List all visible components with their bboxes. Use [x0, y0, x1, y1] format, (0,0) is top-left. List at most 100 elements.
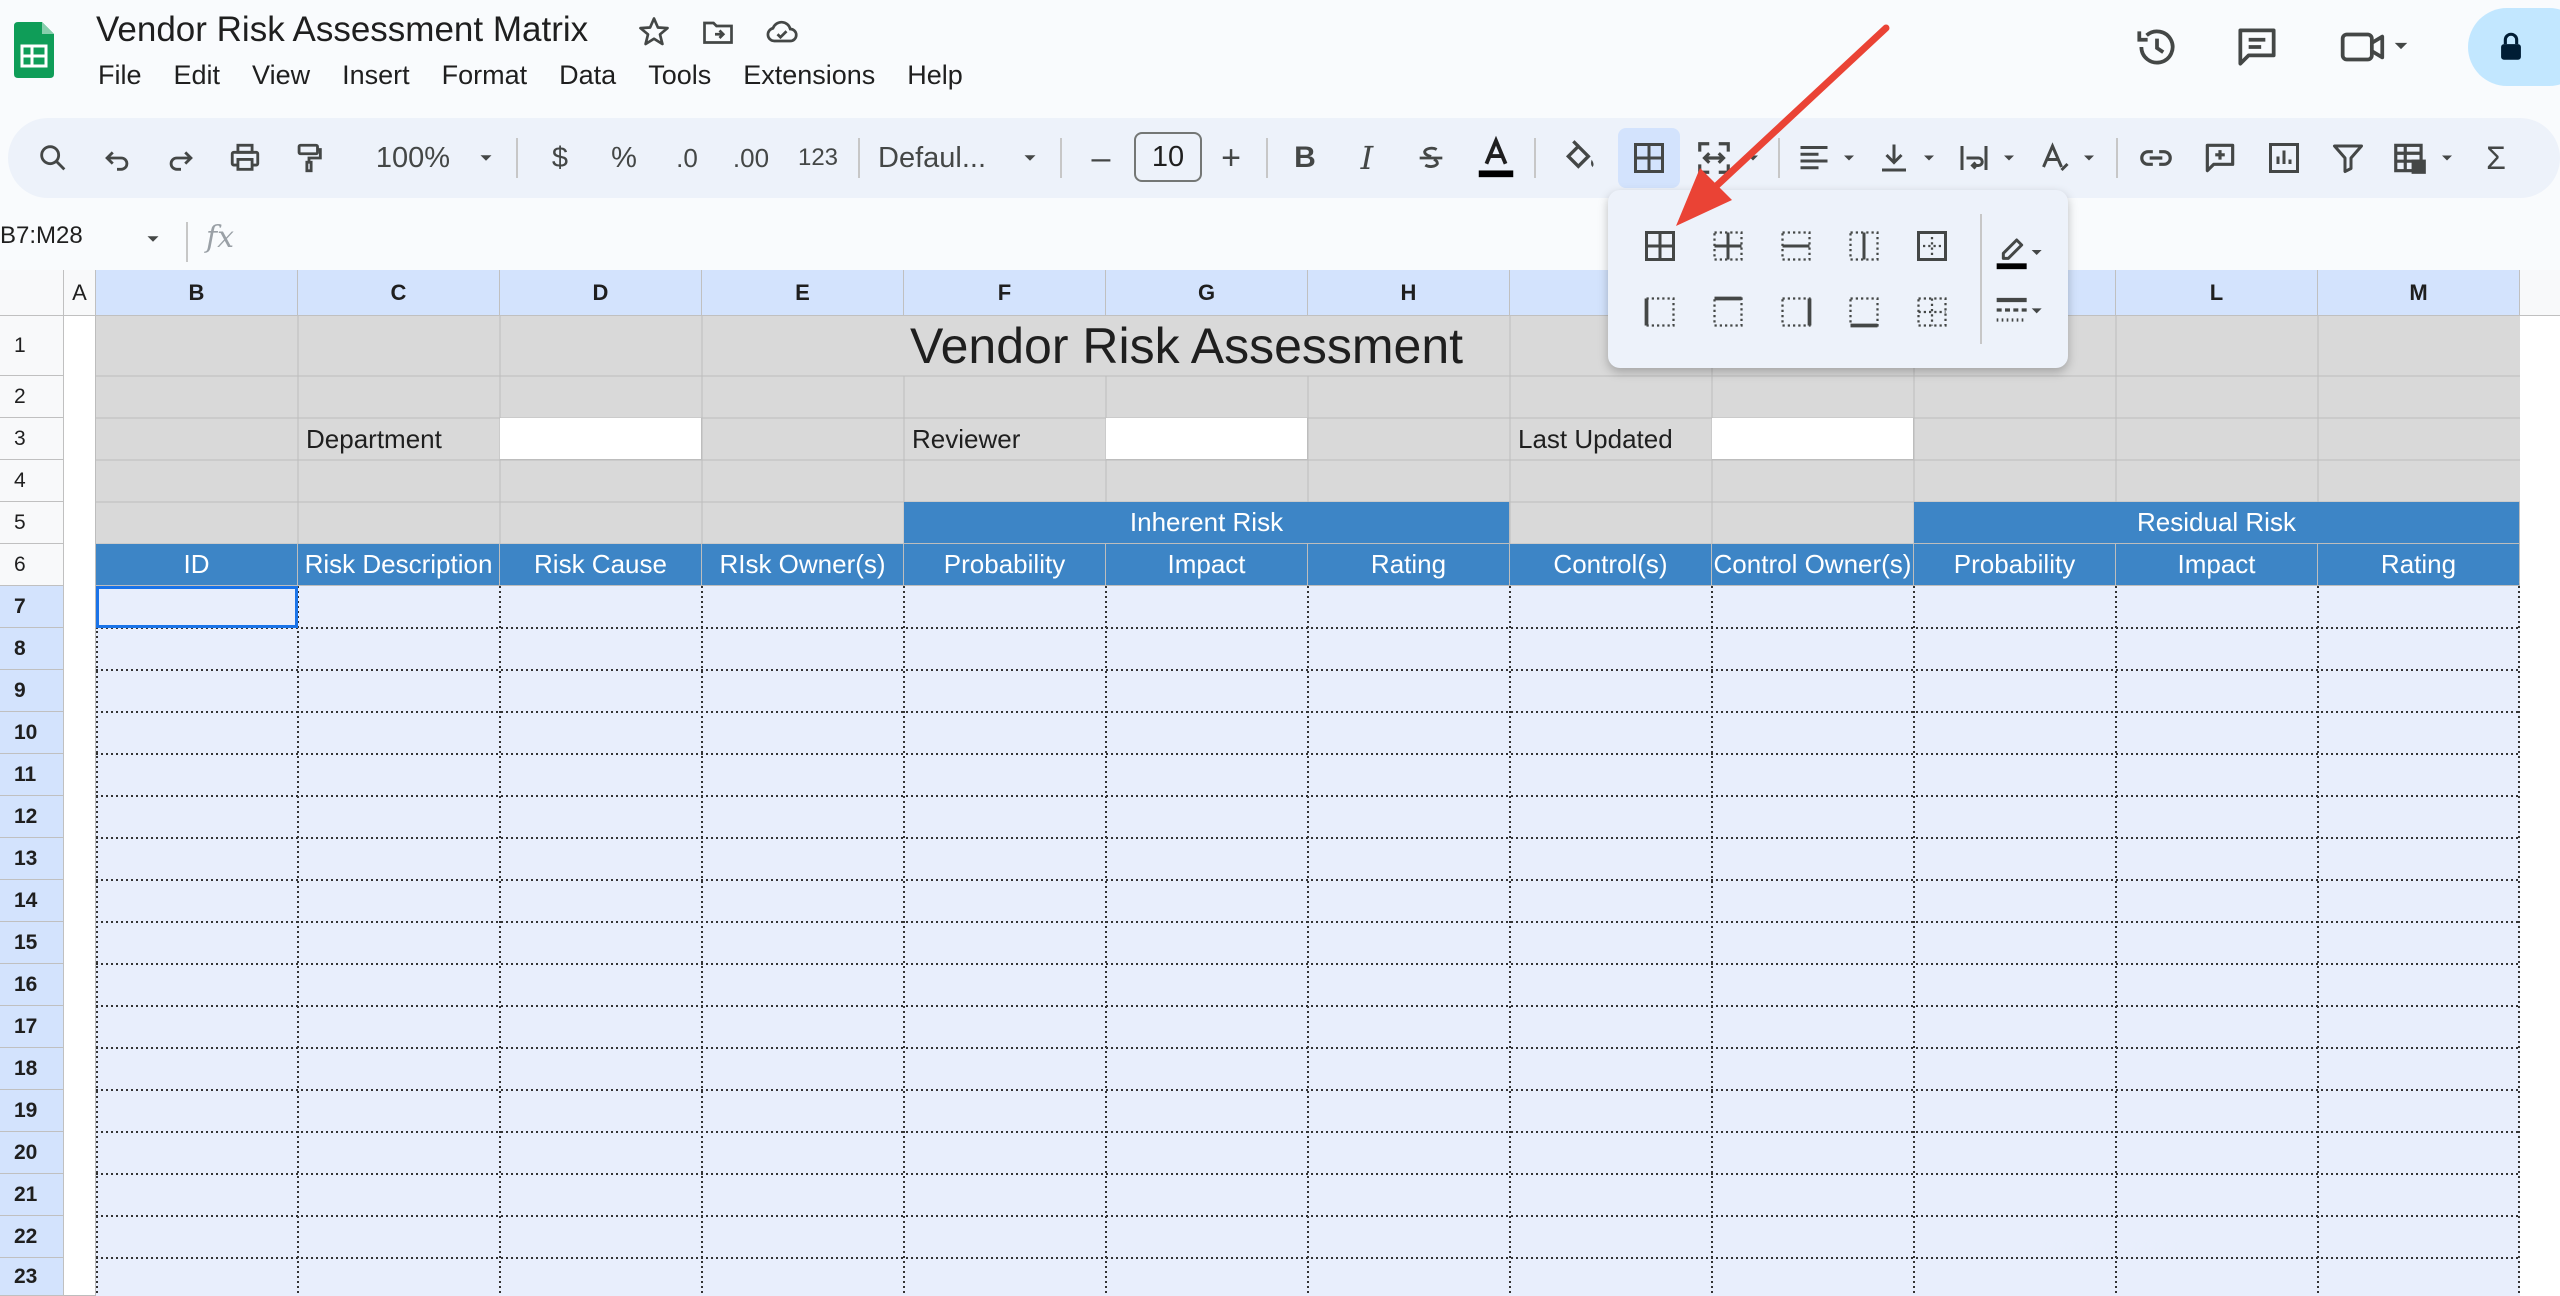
document-title[interactable]: Vendor Risk Assessment Matrix	[96, 10, 588, 50]
row-header-8[interactable]: 8	[0, 628, 64, 670]
row-header-4[interactable]: 4	[0, 460, 64, 502]
column-header-e[interactable]: E	[702, 270, 904, 316]
formula-input[interactable]	[250, 214, 2550, 266]
version-history-icon[interactable]	[2132, 22, 2182, 72]
column-header-g[interactable]: G	[1106, 270, 1308, 316]
increase-font-size-button[interactable]: +	[1208, 118, 1254, 198]
undo-icon[interactable]	[92, 118, 142, 198]
menu-file[interactable]: File	[98, 60, 142, 91]
header-inherent-impact[interactable]: Impact	[1106, 544, 1308, 586]
last-updated-input[interactable]	[1712, 418, 1914, 460]
valign-dropdown-icon[interactable]	[1914, 118, 1944, 198]
row-header-20[interactable]: 20	[0, 1132, 64, 1174]
row-header-10[interactable]: 10	[0, 712, 64, 754]
header-residual-impact[interactable]: Impact	[2116, 544, 2318, 586]
column-header-d[interactable]: D	[500, 270, 702, 316]
row-header-23[interactable]: 23	[0, 1258, 64, 1296]
header-controls[interactable]: Control(s)	[1510, 544, 1712, 586]
header-residual-rating[interactable]: Rating	[2318, 544, 2520, 586]
top-border-icon[interactable]	[1710, 294, 1746, 330]
rotation-dropdown-icon[interactable]	[2074, 118, 2104, 198]
paint-format-icon[interactable]	[284, 118, 334, 198]
column-header-b[interactable]: B	[96, 270, 298, 316]
column-header-c[interactable]: C	[298, 270, 500, 316]
meet-icon[interactable]	[2336, 22, 2416, 72]
column-header-l[interactable]: L	[2116, 270, 2318, 316]
strikethrough-icon[interactable]	[1406, 118, 1456, 198]
redo-icon[interactable]	[156, 118, 206, 198]
department-label[interactable]: Department	[298, 418, 500, 460]
row-header-12[interactable]: 12	[0, 796, 64, 838]
zoom-select[interactable]: 100%	[358, 118, 468, 198]
select-all-corner[interactable]	[0, 270, 64, 316]
insert-comment-icon[interactable]	[2194, 118, 2246, 198]
more-formats-button[interactable]: 123	[790, 118, 846, 198]
name-box[interactable]: B7:M28	[0, 222, 83, 250]
row-header-1[interactable]: 1	[0, 316, 64, 376]
header-inherent-rating[interactable]: Rating	[1308, 544, 1510, 586]
comments-icon[interactable]	[2232, 22, 2282, 72]
row-header-11[interactable]: 11	[0, 754, 64, 796]
header-control-owners[interactable]: Control Owner(s)	[1712, 544, 1914, 586]
decrease-decimal-button[interactable]: .0	[660, 118, 714, 198]
column-a-cells[interactable]	[64, 316, 96, 1296]
header-id[interactable]: ID	[96, 544, 298, 586]
namebox-dropdown-icon[interactable]	[142, 228, 164, 250]
header-residual-probability[interactable]: Probability	[1914, 544, 2116, 586]
column-header-f[interactable]: F	[904, 270, 1106, 316]
reviewer-input[interactable]	[1106, 418, 1308, 460]
menu-view[interactable]: View	[252, 60, 310, 91]
reviewer-label[interactable]: Reviewer	[904, 418, 1106, 460]
row-header-9[interactable]: 9	[0, 670, 64, 712]
insert-chart-icon[interactable]	[2258, 118, 2310, 198]
row-header-3[interactable]: 3	[0, 418, 64, 460]
bottom-border-icon[interactable]	[1846, 294, 1882, 330]
font-family-select[interactable]: Defaul...	[878, 118, 1008, 198]
font-dropdown-icon[interactable]	[1012, 118, 1048, 198]
row-header-18[interactable]: 18	[0, 1048, 64, 1090]
format-percent-button[interactable]: %	[602, 118, 646, 198]
row-header-5[interactable]: 5	[0, 502, 64, 544]
inherent-risk-header[interactable]: Inherent Risk	[904, 502, 1510, 544]
row-header-2[interactable]: 2	[0, 376, 64, 418]
row-header-17[interactable]: 17	[0, 1006, 64, 1048]
header-inherent-probability[interactable]: Probability	[904, 544, 1106, 586]
move-folder-icon[interactable]	[700, 14, 736, 50]
residual-risk-header[interactable]: Residual Risk	[1914, 502, 2520, 544]
filter-views-icon[interactable]	[2386, 118, 2434, 198]
print-icon[interactable]	[220, 118, 270, 198]
row-header-21[interactable]: 21	[0, 1174, 64, 1216]
menu-edit[interactable]: Edit	[174, 60, 221, 91]
row-header-7[interactable]: 7	[0, 586, 64, 628]
menu-help[interactable]: Help	[907, 60, 963, 91]
row-header-13[interactable]: 13	[0, 838, 64, 880]
menu-tools[interactable]: Tools	[648, 60, 711, 91]
right-border-icon[interactable]	[1778, 294, 1814, 330]
border-style-icon[interactable]	[1990, 288, 2050, 332]
sheet-title[interactable]: Vendor Risk Assessment	[904, 316, 1712, 376]
last-updated-label[interactable]: Last Updated	[1510, 418, 1712, 460]
bold-button[interactable]: B	[1280, 118, 1330, 198]
menu-extensions[interactable]: Extensions	[743, 60, 875, 91]
row-header-22[interactable]: 22	[0, 1216, 64, 1258]
menu-data[interactable]: Data	[559, 60, 616, 91]
search-menus-icon[interactable]	[28, 118, 78, 198]
active-cell-b7[interactable]	[96, 586, 298, 628]
header-risk-description[interactable]: Risk Description	[298, 544, 500, 586]
clear-borders-icon[interactable]	[1914, 294, 1950, 330]
italic-button[interactable]: I	[1342, 118, 1392, 198]
menu-format[interactable]: Format	[442, 60, 528, 91]
font-size-input[interactable]: 10	[1134, 132, 1202, 182]
header-risk-cause[interactable]: Risk Cause	[500, 544, 702, 586]
row-header-16[interactable]: 16	[0, 964, 64, 1006]
decrease-font-size-button[interactable]: –	[1078, 118, 1124, 198]
zoom-dropdown-icon[interactable]	[468, 118, 504, 198]
header-risk-owner[interactable]: RIsk Owner(s)	[702, 544, 904, 586]
department-input[interactable]	[500, 418, 702, 460]
outer-borders-icon[interactable]	[1914, 228, 1950, 264]
filter-icon[interactable]	[2322, 118, 2374, 198]
menu-insert[interactable]: Insert	[342, 60, 410, 91]
row-header-19[interactable]: 19	[0, 1090, 64, 1132]
format-currency-button[interactable]: $	[538, 118, 582, 198]
column-header-h[interactable]: H	[1308, 270, 1510, 316]
